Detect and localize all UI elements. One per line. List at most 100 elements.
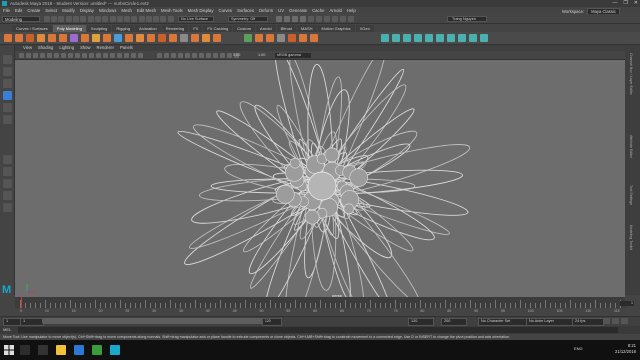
panel-tool-19-icon[interactable] — [157, 53, 162, 58]
shelf-tab-mash[interactable]: MASH — [296, 25, 317, 32]
status-tool-23-icon[interactable] — [308, 16, 314, 22]
shelf-tool-6-icon[interactable] — [59, 34, 67, 42]
shelf-tab-curves-surfaces[interactable]: Curves / Surfaces — [12, 25, 52, 32]
shelf-tool-17-icon[interactable] — [180, 34, 188, 42]
shelf-tool-35-icon[interactable] — [458, 34, 466, 42]
shelf-tool-16-icon[interactable] — [169, 34, 177, 42]
shelf-tool-27-icon[interactable] — [310, 34, 318, 42]
character-set-dropdown[interactable]: No Character Set — [478, 318, 529, 326]
menu-item-deform[interactable]: Deform — [259, 7, 273, 14]
four-view-layout-icon[interactable] — [3, 167, 12, 176]
lasso-tool-icon[interactable] — [3, 67, 12, 76]
panel-tool-5-icon[interactable] — [47, 53, 52, 58]
rotate-tool-icon[interactable] — [3, 103, 12, 112]
panel-tool-6-icon[interactable] — [54, 53, 59, 58]
edge-browser-icon[interactable] — [74, 345, 84, 355]
status-tool-26-icon[interactable] — [332, 16, 338, 22]
shelf-tool-23-icon[interactable] — [266, 34, 274, 42]
shelf-tab-custom[interactable]: Custom — [233, 25, 256, 32]
current-time-marker[interactable] — [21, 297, 22, 308]
menu-set-dropdown[interactable]: Modeling — [2, 16, 40, 22]
shelf-tab-rendering[interactable]: Rendering — [161, 25, 189, 32]
status-tool-19-icon[interactable] — [276, 16, 282, 22]
panel-tool-17-icon[interactable] — [131, 53, 136, 58]
attribute-editor-tab[interactable]: Attribute Editor — [629, 135, 633, 158]
status-tool-11-icon[interactable] — [117, 16, 123, 22]
shelf-tool-10-icon[interactable] — [103, 34, 111, 42]
shelf-tool-9-icon[interactable] — [92, 34, 100, 42]
panel-tool-20-icon[interactable] — [164, 53, 169, 58]
menu-item-mesh-tools[interactable]: Mesh Tools — [161, 7, 183, 14]
current-frame-field[interactable]: 1 — [620, 301, 634, 306]
panel-tool-7-icon[interactable] — [61, 53, 66, 58]
mel-input[interactable] — [18, 327, 618, 333]
playback-options-icon[interactable] — [603, 318, 610, 324]
gamma-value[interactable]: 1.00 — [258, 53, 265, 57]
minimize-button[interactable]: — — [612, 0, 617, 7]
shelf-tool-22-icon[interactable] — [255, 34, 263, 42]
system-clock[interactable]: 8:21 21/12/2018 — [615, 343, 636, 355]
modeling-toolkit-tab[interactable]: Modeling Toolkit — [629, 225, 633, 250]
status-tool-5-icon[interactable] — [73, 16, 79, 22]
status-tool-15-icon[interactable] — [146, 16, 152, 22]
file-explorer-icon[interactable] — [56, 345, 66, 355]
move-tool-icon[interactable] — [3, 91, 12, 100]
panel-tool-23-icon[interactable] — [185, 53, 190, 58]
menu-item-help[interactable]: Help — [347, 7, 356, 14]
panel-tool-12-icon[interactable] — [96, 53, 101, 58]
menu-item-surfaces[interactable]: Surfaces — [237, 7, 254, 14]
side-by-side-layout-icon[interactable] — [3, 179, 12, 188]
shelf-tab-xgen[interactable]: XGen — [355, 25, 374, 32]
panel-tool-8-icon[interactable] — [68, 53, 73, 58]
menu-item-curves[interactable]: Curves — [218, 7, 232, 14]
panel-tool-24-icon[interactable] — [192, 53, 197, 58]
exposure-value[interactable]: 0.00 — [233, 53, 240, 57]
panel-tool-18-icon[interactable] — [138, 53, 143, 58]
panel-tool-2-icon[interactable] — [26, 53, 31, 58]
status-tool-17-icon[interactable] — [160, 16, 166, 22]
menu-item-modify[interactable]: Modify — [62, 7, 75, 14]
shelf-tool-31-icon[interactable] — [414, 34, 422, 42]
menu-item-arnold[interactable]: Arnold — [329, 7, 341, 14]
shelf-tool-29-icon[interactable] — [392, 34, 400, 42]
shelf-tool-8-icon[interactable] — [81, 34, 89, 42]
symmetry-dropdown[interactable]: Symmetry: Off — [228, 16, 268, 22]
panel-tool-4-icon[interactable] — [40, 53, 45, 58]
range-start-field[interactable]: 1 — [20, 318, 44, 326]
shelf-tool-2-icon[interactable] — [15, 34, 23, 42]
shelf-tool-3-icon[interactable] — [26, 34, 34, 42]
status-tool-25-icon[interactable] — [324, 16, 330, 22]
shelf-tool-30-icon[interactable] — [403, 34, 411, 42]
menu-item-file[interactable]: File — [3, 7, 10, 14]
panel-tool-26-icon[interactable] — [206, 53, 211, 58]
maya-taskbar-icon[interactable] — [110, 345, 120, 355]
panel-tool-25-icon[interactable] — [199, 53, 204, 58]
preferences-icon[interactable] — [621, 318, 628, 324]
menu-item-create[interactable]: Create — [27, 7, 40, 14]
status-tool-6-icon[interactable] — [80, 16, 86, 22]
shelf-tool-37-icon[interactable] — [480, 34, 488, 42]
shelf-tool-25-icon[interactable] — [288, 34, 296, 42]
status-tool-13-icon[interactable] — [131, 16, 137, 22]
close-button[interactable]: ✕ — [634, 0, 638, 7]
shelf-tool-33-icon[interactable] — [436, 34, 444, 42]
menu-item-cache[interactable]: Cache — [312, 7, 324, 14]
panel-tool-13-icon[interactable] — [103, 53, 108, 58]
menu-item-select[interactable]: Select — [45, 7, 57, 14]
shelf-tool-34-icon[interactable] — [447, 34, 455, 42]
menu-item-mesh-display[interactable]: Mesh Display — [188, 7, 214, 14]
panel-tool-3-icon[interactable] — [33, 53, 38, 58]
windows-start-icon[interactable] — [4, 345, 14, 355]
shelf-tool-7-icon[interactable] — [70, 34, 78, 42]
outliner-layout-icon[interactable] — [3, 191, 12, 200]
shelf-tool-11-icon[interactable] — [114, 34, 122, 42]
graph-editor-layout-icon[interactable] — [3, 203, 12, 212]
shelf-tool-26-icon[interactable] — [299, 34, 307, 42]
panel-tool-15-icon[interactable] — [117, 53, 122, 58]
status-tool-28-icon[interactable] — [348, 16, 354, 22]
fps-dropdown[interactable]: 24 fps — [572, 318, 604, 326]
no-live-surface-field[interactable]: No Live Surface — [178, 16, 214, 22]
panel-tool-28-icon[interactable] — [220, 53, 225, 58]
shelf-tab-motion-graphics[interactable]: Motion Graphics — [317, 25, 355, 32]
shelf-tab-fx[interactable]: FX — [189, 25, 203, 32]
